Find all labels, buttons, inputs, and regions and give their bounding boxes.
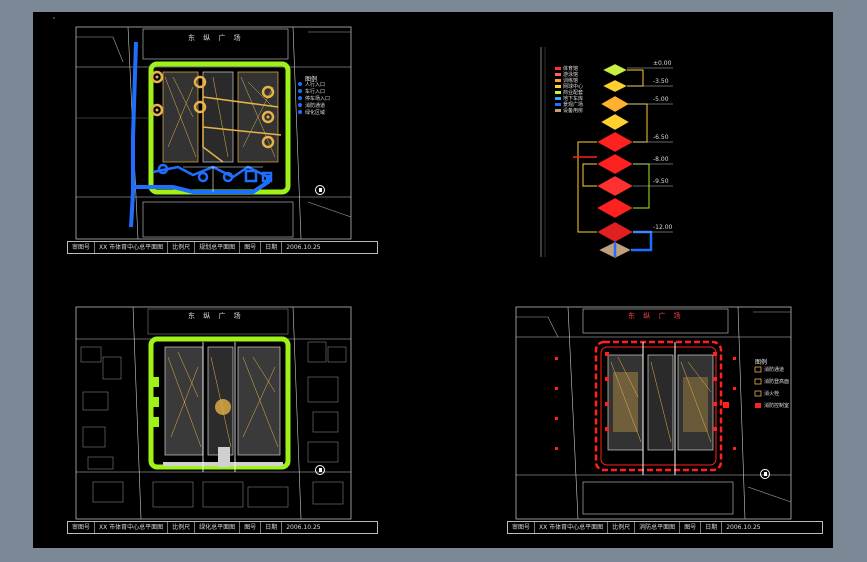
title-block-cell: 图号 <box>240 242 262 253</box>
sheet-landscape-plan[interactable]: 东 纵 广 场 审图号 XX 市体育中心总平面图 比例尺 绿化总平面图 图号 日… <box>53 297 378 542</box>
legend-item: 设备用房 <box>563 108 584 114</box>
sheet-section-diagram[interactable]: 体育馆 游泳馆 训练馆 网球中心 商业配套 地下车库 景观广场 设备用房 ±0.… <box>523 42 703 262</box>
street-label: 东 纵 广 场 <box>188 34 244 42</box>
title-block-cell: 比例尺 <box>608 522 636 533</box>
title-block-cell: XX 市体育中心总平面图 <box>95 522 169 533</box>
sheet-d-drawing <box>515 306 792 520</box>
title-block-cell: 图号 <box>240 522 262 533</box>
level-label: -9.50 <box>653 178 669 185</box>
legend-item: 人行入口 <box>305 82 326 88</box>
sheet-site-plan-circulation[interactable]: 东 纵 广 场 图例 人行入口 车行入口 停车场入口 消防通道 绿化区域 审图号… <box>53 17 378 262</box>
north-arrow-icon <box>760 469 770 479</box>
title-block-cell: 日期 <box>701 522 723 533</box>
title-block-cell: 图号 <box>680 522 702 533</box>
title-block-cell: 日期 <box>261 522 283 533</box>
title-block-cell: 审图号 <box>508 522 536 533</box>
street-label: 东 纵 广 场 <box>628 312 684 320</box>
legend-item: 消火栓 <box>764 391 780 397</box>
title-block-cell: 2006.10.25 <box>286 524 321 531</box>
title-block-cell: 日期 <box>261 242 283 253</box>
legend-item: 绿化区域 <box>305 110 326 116</box>
north-arrow-icon <box>315 465 325 475</box>
title-block-cell: 审图号 <box>68 522 96 533</box>
north-arrow-icon <box>315 185 325 195</box>
legend-item: 消防通道 <box>764 367 785 373</box>
drawing-canvas[interactable]: 东 纵 广 场 图例 人行入口 车行入口 停车场入口 消防通道 绿化区域 审图号… <box>33 12 833 548</box>
title-block-cell: 审图号 <box>68 242 96 253</box>
title-block: 审图号 XX 市体育中心总平面图 比例尺 规划总平面图 图号 日期 2006.1… <box>67 241 378 254</box>
level-label: -8.00 <box>653 156 669 163</box>
title-block-cell: 规划总平面图 <box>195 242 241 253</box>
title-block-cell: XX 市体育中心总平面图 <box>535 522 609 533</box>
legend-title: 图例 <box>755 359 768 366</box>
legend-item: 消防通道 <box>305 103 326 109</box>
sheet-c-drawing <box>75 306 352 520</box>
title-block-cell: XX 市体育中心总平面图 <box>95 242 169 253</box>
level-label: -3.50 <box>653 78 669 85</box>
title-block-cell: 比例尺 <box>168 242 196 253</box>
legend-item: 消防登高面 <box>764 379 790 385</box>
title-block-cell: 2006.10.25 <box>286 244 321 251</box>
level-label: -5.00 <box>653 96 669 103</box>
title-block-cell: 比例尺 <box>168 522 196 533</box>
legend-item: 消防控制室 <box>764 403 790 409</box>
level-label: -12.00 <box>653 224 673 231</box>
sheet-a-drawing <box>53 17 352 240</box>
sheet-b-drawing <box>540 47 673 259</box>
legend-item: 车行入口 <box>305 89 326 95</box>
sheet-fire-access-plan[interactable]: 东 纵 广 场 图例 消防通道 消防登高面 消火栓 消防控制室 审图号 XX 市… <box>493 297 823 542</box>
title-block-cell: 消防总平面图 <box>635 522 681 533</box>
street-label: 东 纵 广 场 <box>188 312 244 320</box>
level-label: ±0.00 <box>653 60 672 67</box>
level-label: -6.50 <box>653 134 669 141</box>
title-block-cell: 2006.10.25 <box>726 524 761 531</box>
legend-item: 停车场入口 <box>305 96 331 102</box>
title-block-cell: 绿化总平面图 <box>195 522 241 533</box>
title-block: 审图号 XX 市体育中心总平面图 比例尺 绿化总平面图 图号 日期 2006.1… <box>67 521 378 534</box>
title-block: 审图号 XX 市体育中心总平面图 比例尺 消防总平面图 图号 日期 2006.1… <box>507 521 823 534</box>
